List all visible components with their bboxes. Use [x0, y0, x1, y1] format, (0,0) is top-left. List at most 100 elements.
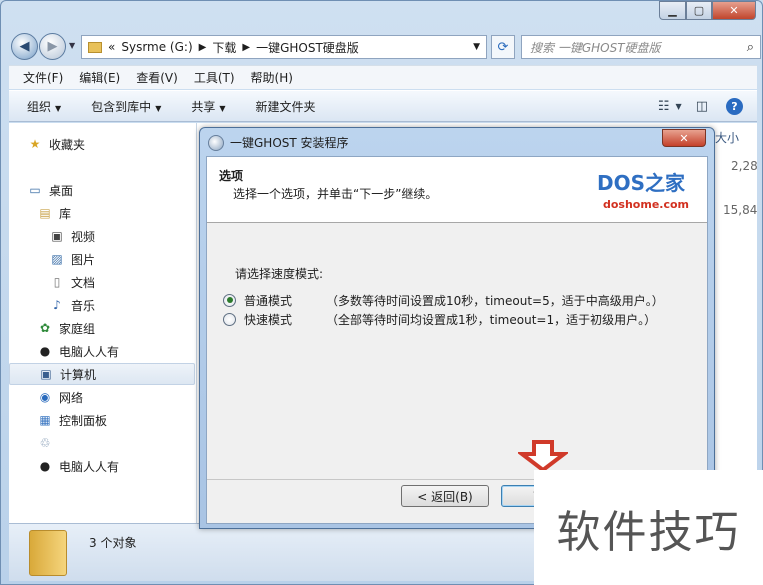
dialog-title: 一键GHOST 安装程序: [230, 136, 349, 150]
panda-avatar-icon: ●: [39, 459, 51, 473]
window-controls: ▁ ▢ ✕: [659, 1, 756, 20]
nav-documents-label: 文档: [71, 275, 96, 290]
close-icon: ✕: [679, 131, 689, 145]
logo-url: doshome.com: [603, 198, 690, 211]
watermark: 软件技巧: [534, 470, 763, 585]
option-fast-mode[interactable]: 快速模式 （全部等待时间均设置成1秒，timeout=1，适于初级用户。）: [223, 310, 656, 328]
option-fast-desc: （全部等待时间均设置成1秒，timeout=1，适于初级用户。）: [326, 312, 657, 327]
nav-user-2[interactable]: ● 电脑人人有: [37, 455, 223, 477]
nav-user-1-label: 电脑人人有: [59, 344, 120, 359]
nav-homegroup-label: 家庭组: [59, 321, 96, 336]
option-normal-label: 普通模式: [244, 293, 293, 308]
documents-icon: ▯: [53, 275, 61, 289]
nav-video-label: 视频: [71, 229, 96, 244]
chevron-down-icon: ▼: [55, 103, 62, 113]
control-panel-icon: ▦: [39, 413, 51, 427]
chevron-down-icon: ▼: [219, 103, 226, 113]
video-icon: ▣: [51, 229, 63, 243]
new-folder-button[interactable]: 新建文件夹: [256, 98, 316, 115]
arrow-left-icon: ◀: [19, 39, 30, 54]
menu-file[interactable]: 文件(F): [23, 69, 63, 86]
menu-tools[interactable]: 工具(T): [194, 69, 235, 86]
nav-pictures-label: 图片: [71, 252, 96, 267]
speed-mode-prompt: 请选择速度模式:: [235, 267, 324, 281]
nav-computer[interactable]: ▣ 计算机: [9, 363, 195, 385]
size-column-header[interactable]: 大小: [715, 129, 739, 146]
back-button[interactable]: ◀: [11, 33, 38, 60]
option-normal-mode[interactable]: 普通模式 （多数等待时间设置成10秒，timeout=5，适于中高级用户。）: [223, 291, 664, 309]
nav-recycle-bin[interactable]: ♲: [37, 432, 223, 454]
installer-dialog: 一键GHOST 安装程序 ✕ 选项 选择一个选项，并单击“下一步”继续。 DOS…: [199, 127, 715, 529]
recent-pages-dropdown[interactable]: ▼: [69, 41, 75, 50]
include-in-library-button[interactable]: 包含到库中 ▼: [91, 98, 161, 115]
library-icon: ▤: [39, 206, 51, 220]
organize-button[interactable]: 组织 ▼: [27, 98, 61, 115]
menu-view[interactable]: 查看(V): [136, 69, 178, 86]
breadcrumb-downloads[interactable]: 下载: [212, 39, 236, 56]
refresh-icon: ⟳: [497, 39, 509, 55]
folder-icon: [29, 530, 67, 576]
nav-network[interactable]: ◉ 网络: [37, 386, 223, 408]
object-count: 3 个对象: [89, 536, 137, 550]
address-dropdown-icon[interactable]: ▼: [473, 42, 480, 52]
nav-computer-label: 计算机: [60, 367, 97, 382]
nav-homegroup[interactable]: ✿ 家庭组: [37, 317, 223, 339]
breadcrumb-drive[interactable]: Sysrme (G:): [121, 40, 192, 54]
dos-home-logo: DOS之家 doshome.com: [597, 167, 701, 215]
include-library-label: 包含到库中: [91, 99, 152, 114]
share-label: 共享: [191, 99, 216, 114]
computer-icon: ▣: [40, 367, 52, 381]
view-options-dropdown-icon[interactable]: ▼: [676, 102, 682, 111]
dialog-body: 选项 选择一个选项，并单击“下一步”继续。 DOS之家 doshome.com …: [206, 156, 708, 524]
refresh-button[interactable]: ⟳: [491, 35, 515, 59]
radio-normal-mode[interactable]: [223, 293, 236, 307]
pictures-icon: ▨: [51, 252, 63, 266]
maximize-button[interactable]: ▢: [686, 1, 712, 20]
breadcrumb-current-folder[interactable]: 一键GHOST硬盘版: [256, 39, 359, 56]
logo-text: DOS之家: [597, 171, 686, 195]
file-size: 2,28: [731, 159, 758, 173]
folder-icon: [88, 41, 102, 53]
nav-user-1[interactable]: ● 电脑人人有: [37, 340, 223, 362]
help-icon[interactable]: ?: [726, 98, 743, 115]
chevron-down-icon: ▼: [155, 103, 162, 113]
red-arrow-annotation-icon: [518, 440, 568, 472]
address-row: ◀ ▶ ▼ « Sysrme (G:) ▶ 下载 ▶ 一键GHOST硬盘版 ▼ …: [9, 33, 761, 61]
navigation-pane: ★ 收藏夹 ▭ 桌面 ▤ 库 ▣ 视频 ▨ 图片 ▯ 文档 ♪ 音乐 ✿ 家庭组 ● 电脑人人有 …: [9, 123, 197, 523]
address-bar[interactable]: « Sysrme (G:) ▶ 下载 ▶ 一键GHOST硬盘版 ▼: [81, 35, 487, 59]
menu-bar: 文件(F) 编辑(E) 查看(V) 工具(T) 帮助(H): [9, 65, 757, 89]
preview-pane-icon[interactable]: ◫: [696, 99, 708, 114]
network-icon: ◉: [39, 390, 51, 404]
file-size: 15,84: [723, 203, 758, 217]
search-placeholder: 搜索 一键GHOST硬盘版: [530, 40, 661, 55]
search-icon[interactable]: ⌕: [747, 40, 754, 55]
back-button[interactable]: < 返回(B): [401, 485, 489, 507]
close-button[interactable]: ✕: [712, 1, 756, 20]
radio-fast-mode[interactable]: [223, 312, 236, 326]
dialog-close-button[interactable]: ✕: [662, 129, 706, 147]
watermark-text: 软件技巧: [556, 506, 741, 558]
star-icon: ★: [29, 137, 41, 151]
share-button[interactable]: 共享 ▼: [191, 98, 225, 115]
dialog-title-bar: 一键GHOST 安装程序: [208, 134, 349, 151]
minimize-button[interactable]: ▁: [659, 1, 686, 20]
forward-button[interactable]: ▶: [39, 33, 66, 60]
nav-library[interactable]: ▤ 库: [37, 202, 223, 224]
music-icon: ♪: [53, 298, 61, 312]
nav-user-2-label: 电脑人人有: [59, 459, 120, 474]
menu-help[interactable]: 帮助(H): [251, 69, 293, 86]
recent-chevron[interactable]: «: [108, 40, 115, 54]
nav-favorites-label: 收藏夹: [49, 137, 86, 152]
homegroup-icon: ✿: [39, 321, 51, 335]
nav-desktop[interactable]: ▭ 桌面: [27, 179, 213, 201]
breadcrumb-separator-icon[interactable]: ▶: [242, 42, 250, 53]
menu-edit[interactable]: 编辑(E): [79, 69, 120, 86]
nav-control-panel[interactable]: ▦ 控制面板: [37, 409, 223, 431]
nav-network-label: 网络: [59, 390, 84, 405]
nav-favorites[interactable]: ★ 收藏夹: [27, 133, 213, 155]
desktop-icon: ▭: [29, 183, 41, 197]
breadcrumb-separator-icon[interactable]: ▶: [199, 42, 207, 53]
search-input[interactable]: 搜索 一键GHOST硬盘版 ⌕: [521, 35, 761, 59]
view-options-icon[interactable]: ☷: [658, 99, 670, 114]
nav-desktop-label: 桌面: [49, 183, 74, 198]
